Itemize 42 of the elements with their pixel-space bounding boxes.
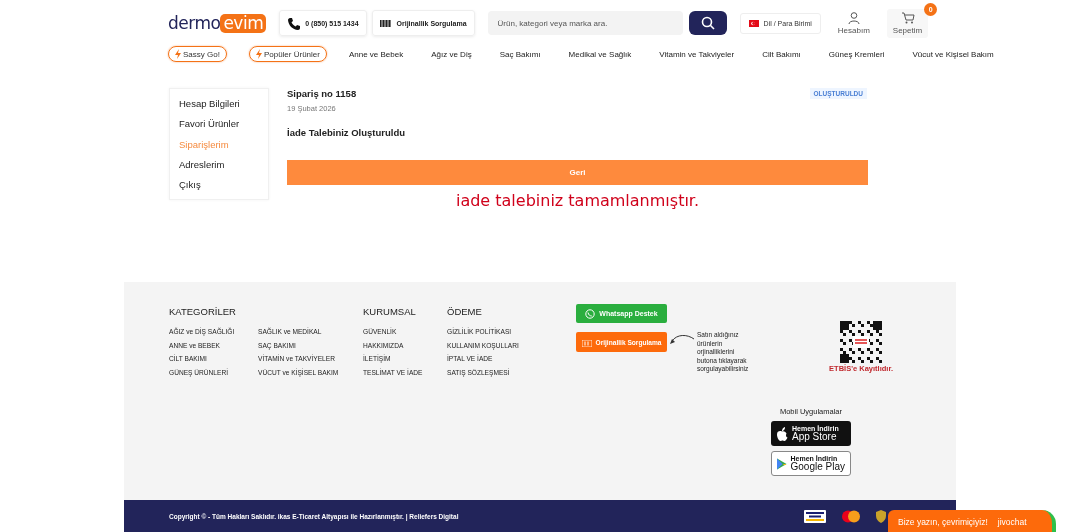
search-icon [700, 16, 715, 30]
cart-icon [900, 11, 915, 24]
sidebar-item[interactable]: Çıkış [179, 175, 268, 196]
footer-heading: KATEGORİLER [169, 306, 237, 319]
barcode-icon [581, 339, 592, 347]
nav-link[interactable]: Ağız ve Diş [431, 49, 472, 59]
return-message: İade Talebiniz Oluşturuldu [287, 127, 407, 138]
nav-link[interactable]: Medikal ve Sağlık [568, 49, 632, 59]
search-field[interactable]: Ürün, kategori veya marka ara. [487, 11, 683, 35]
chat-label: Bize yazın, çevrimiçiyiz! [898, 517, 988, 527]
sidebar-item[interactable]: Adreslerim [179, 154, 268, 176]
notice-text: iade talebiniz tamamlanmıştır. [454, 191, 701, 210]
chat-bubble-icon [585, 308, 596, 319]
qr-code-icon [840, 321, 883, 363]
footer-heading: ÖDEME [447, 306, 483, 319]
search-button[interactable] [688, 11, 727, 35]
phone-icon [287, 16, 301, 30]
nav-link[interactable]: Saç Bakımı [499, 49, 541, 59]
sidebar-item[interactable]: Favori Ürünler [179, 114, 268, 135]
apple-icon [776, 426, 788, 441]
nav-link[interactable]: Vücut ve Kişisel Bakım [912, 49, 994, 59]
nav-link[interactable]: Cilt Bakımı [762, 49, 801, 59]
flag-icon [748, 19, 759, 27]
sidebar-item[interactable]: Hesap Bilgileri [179, 94, 268, 115]
card-icon [804, 509, 826, 523]
lightning-icon [255, 49, 262, 59]
footer-heading: KURUMSAL [363, 306, 417, 319]
lightning-icon [175, 49, 181, 59]
nav-link[interactable]: Güneş Kremleri [828, 49, 885, 59]
chat-brand: jivochat [997, 517, 1027, 527]
order-number: Sipariş no 1158 [287, 88, 357, 99]
account-button[interactable]: Hesabım [837, 11, 870, 35]
user-icon [847, 11, 860, 24]
nav-link[interactable]: Vitamin ve Takviyeler [659, 49, 735, 59]
card-icon [840, 509, 862, 523]
shield-icon [876, 509, 886, 523]
play-store-icon [777, 456, 787, 471]
logo[interactable]: dermo evim [168, 13, 267, 33]
curved-arrow-icon [669, 334, 695, 346]
cart-button[interactable]: Sepetim [886, 8, 929, 38]
nav-link[interactable]: Anne ve Bebek [348, 49, 404, 59]
barcode-icon [379, 18, 392, 28]
